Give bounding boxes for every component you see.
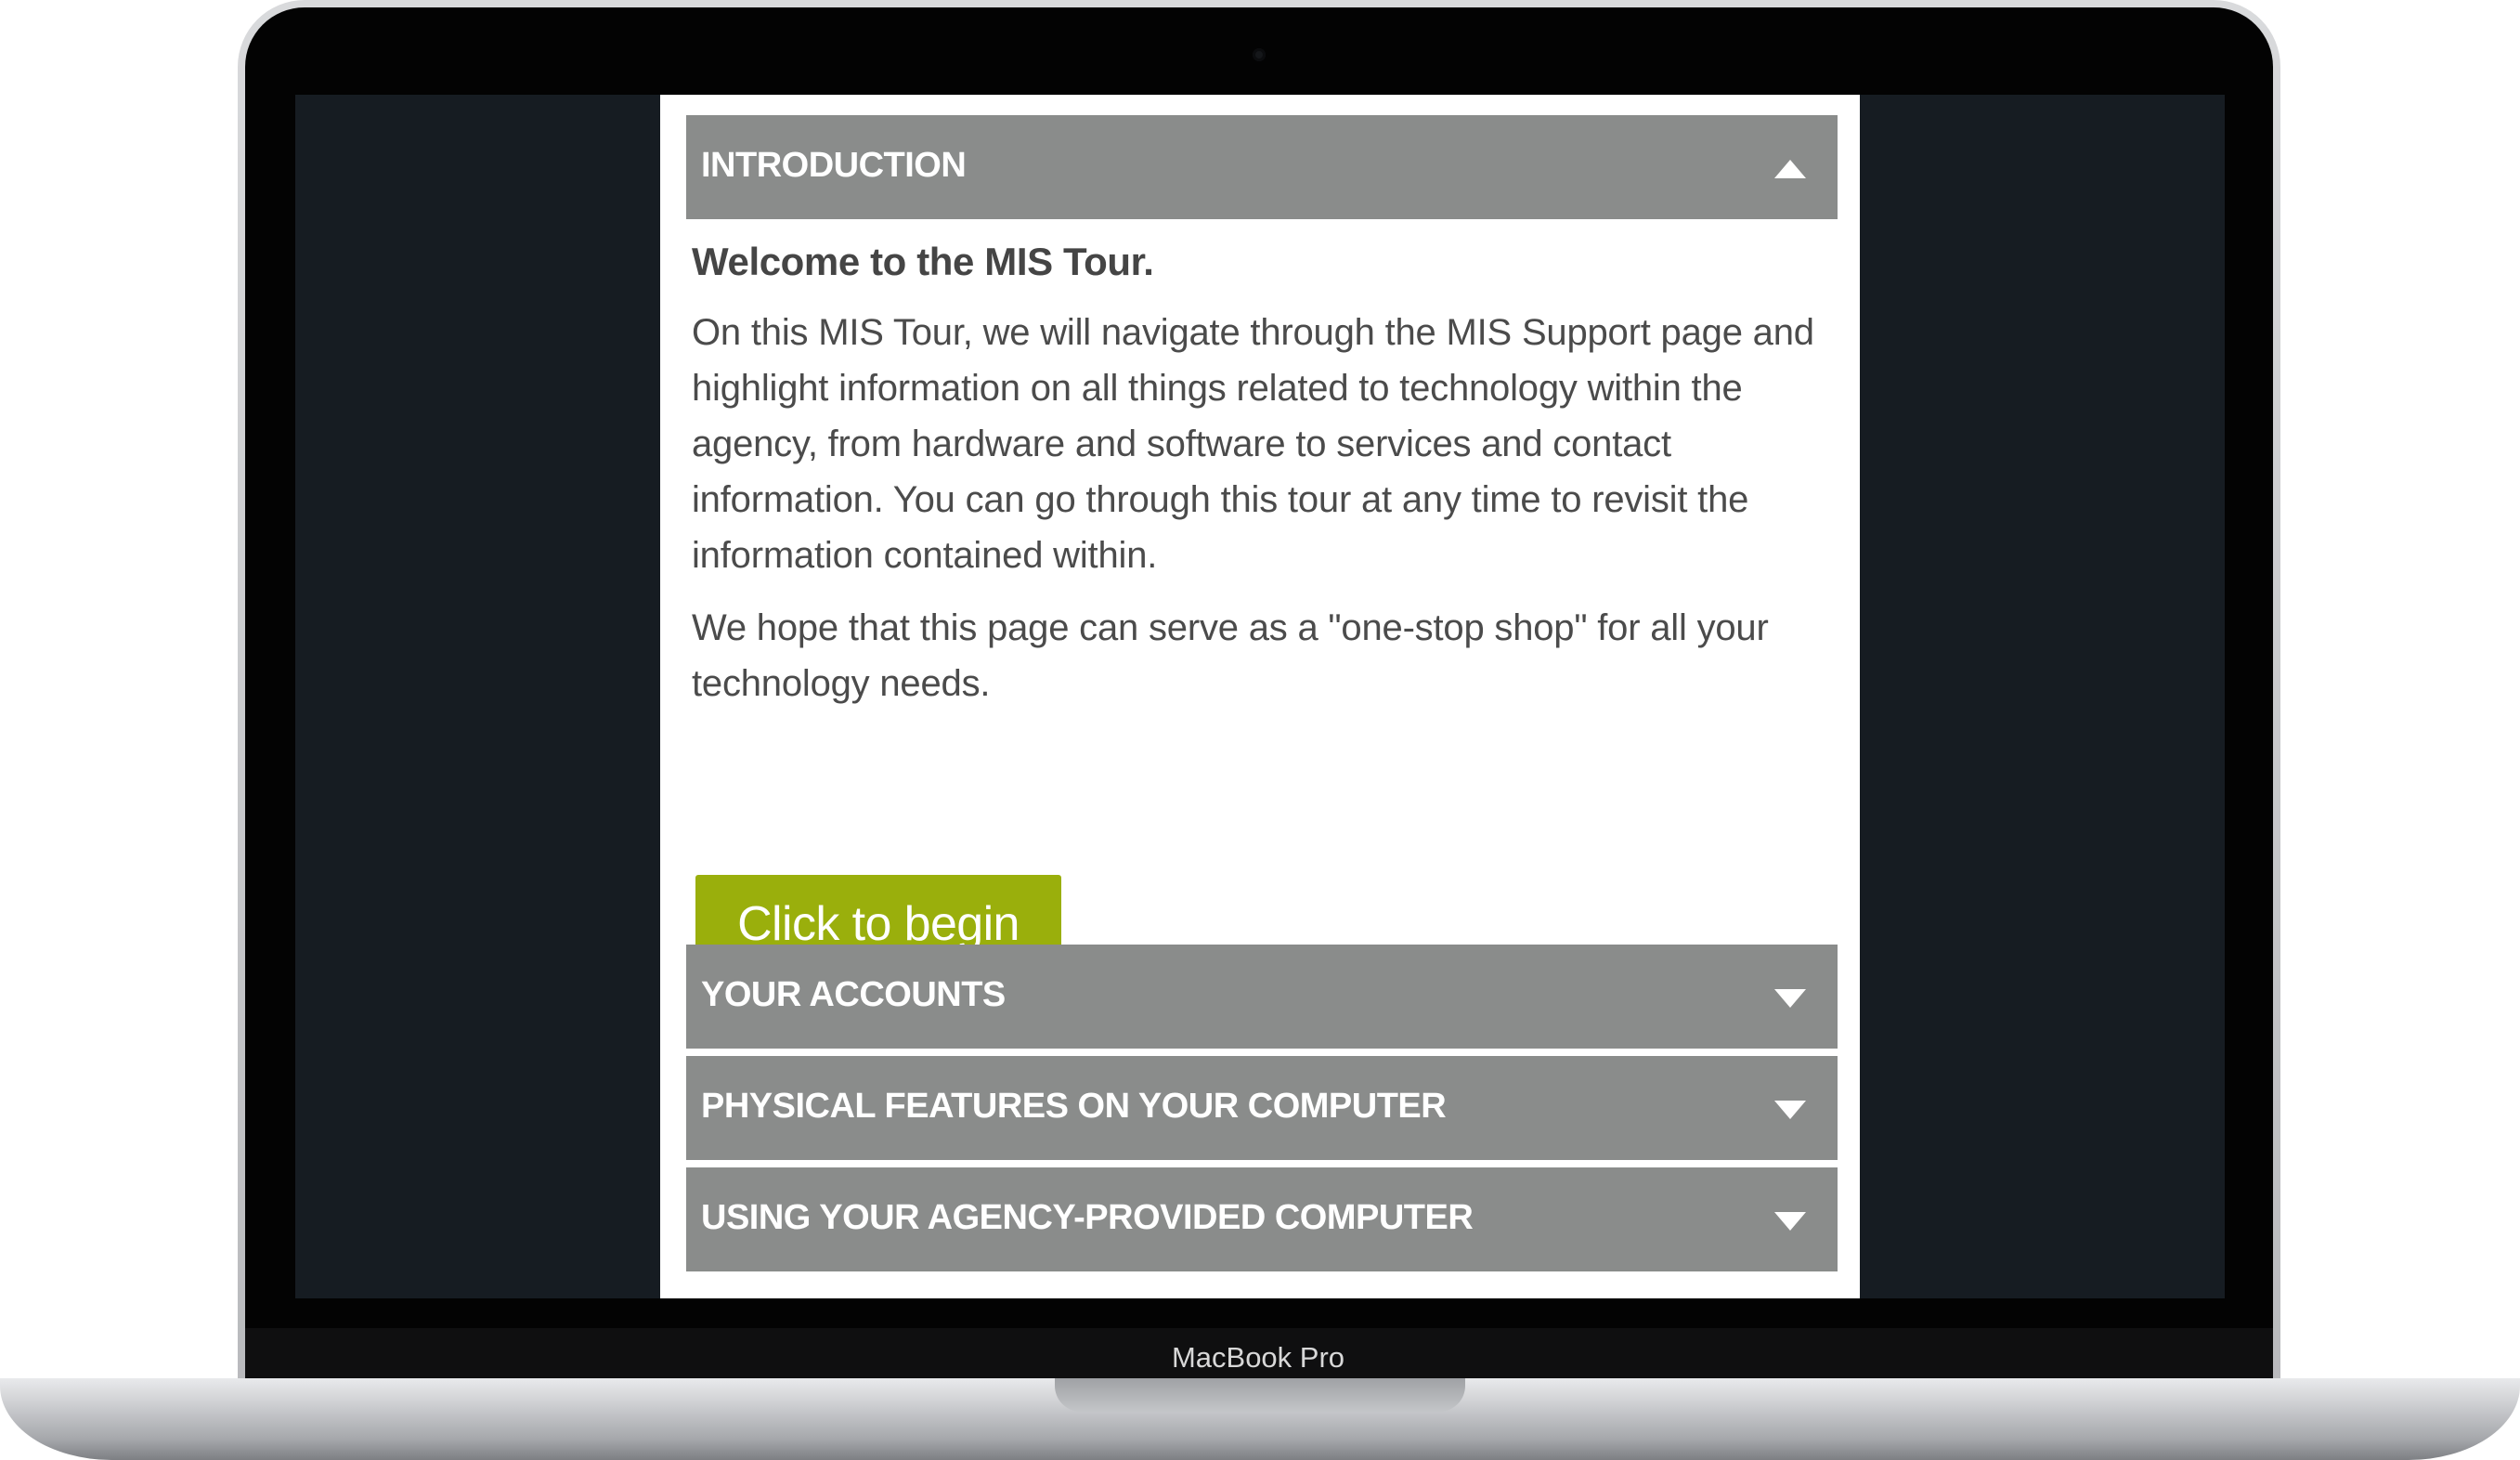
screen: INTRODUCTION Welcome to the MIS Tour. On… — [295, 95, 2225, 1298]
laptop-mockup: INTRODUCTION Welcome to the MIS Tour. On… — [0, 0, 2520, 1460]
model-label: MacBook Pro — [1171, 1341, 1345, 1374]
laptop-base-notch — [1055, 1378, 1465, 1412]
accordion-title: PHYSICAL FEATURES ON YOUR COMPUTER — [701, 1087, 1447, 1126]
accordion-header-using-computer[interactable]: USING YOUR AGENCY-PROVIDED COMPUTER — [686, 1167, 1838, 1271]
tour-panel: INTRODUCTION Welcome to the MIS Tour. On… — [660, 95, 1860, 1298]
caret-up-icon — [1774, 160, 1806, 178]
caret-down-icon — [1774, 989, 1806, 1008]
intro-paragraph: On this MIS Tour, we will navigate throu… — [692, 312, 1814, 576]
welcome-heading: Welcome to the MIS Tour. — [692, 240, 1154, 283]
accordion-header-your-accounts[interactable]: YOUR ACCOUNTS — [686, 945, 1838, 1049]
camera-icon — [1253, 48, 1266, 61]
accordion-title: USING YOUR AGENCY-PROVIDED COMPUTER — [701, 1198, 1474, 1237]
accordion-header-physical-features[interactable]: PHYSICAL FEATURES ON YOUR COMPUTER — [686, 1056, 1838, 1160]
accordion-header-introduction[interactable]: INTRODUCTION — [686, 115, 1838, 219]
intro-paragraph: We hope that this page can serve as a "o… — [692, 607, 1769, 704]
accordion-title: INTRODUCTION — [701, 146, 967, 185]
accordion-title: YOUR ACCOUNTS — [701, 975, 1006, 1014]
caret-down-icon — [1774, 1212, 1806, 1231]
caret-down-icon — [1774, 1101, 1806, 1119]
accordion-body-introduction: Welcome to the MIS Tour. On this MIS Tou… — [692, 234, 1839, 711]
